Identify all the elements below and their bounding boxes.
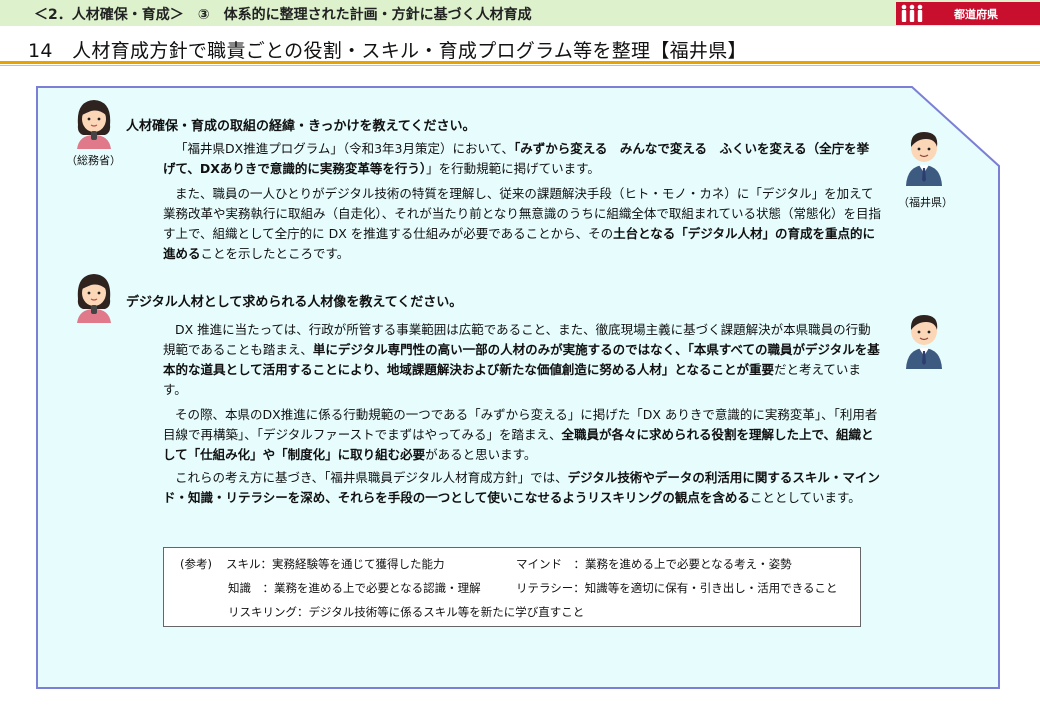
- body-text: こととしています。: [749, 490, 861, 505]
- answer-paragraph: その際、本県のDX推進に係る行動規範の一つである「みずから変える」に掲げた「DX…: [163, 405, 881, 465]
- interviewer-avatar: [77, 100, 111, 149]
- header-band: ＜2．人材確保・育成＞ ③ 体系的に整理された計画・方針に基づく人材育成: [0, 0, 1040, 26]
- answer-paragraph: DX 推進に当たっては、行政が所管する事業範囲は広範であること、また、徹底現場主…: [163, 320, 881, 400]
- respondent-avatar: [906, 132, 942, 186]
- people-icon: [901, 4, 923, 22]
- body-text: 」を行動規範に掲げています。: [426, 161, 600, 176]
- title-underline: [0, 61, 1040, 64]
- definition-knowledge: 知識 ：業務を進める上で必要となる認識・理解: [228, 581, 481, 595]
- body-text: これらの考え方に基づき、「福井県職員デジタル人材育成方針」では、: [175, 470, 568, 485]
- definition-reskilling: リスキリング：デジタル技術等に係るスキル等を新たに学び直すこと: [228, 605, 585, 619]
- answer-paragraph: また、職員の一人ひとりがデジタル技術の特質を理解し、従来の課題解決手段（ヒト・モ…: [163, 184, 881, 264]
- body-text: ことを示したところです。: [200, 246, 350, 261]
- page-title: 14 人材育成方針で職責ごとの役割・スキル・育成プログラム等を整理【福井県】: [28, 40, 747, 62]
- reference-label: (参考): [180, 557, 212, 571]
- question-heading: 人材確保・育成の取組の経緯・きっかけを教えてください。: [126, 119, 476, 134]
- category-tag-label: 都道府県: [954, 8, 998, 21]
- definition-skill: スキル：実務経験等を通じて獲得した能力: [226, 557, 445, 571]
- respondent-avatar: [906, 315, 942, 369]
- answer-paragraph: これらの考え方に基づき、「福井県職員デジタル人材育成方針」では、デジタル技術やデ…: [163, 468, 881, 508]
- interviewer-avatar: [77, 274, 111, 323]
- title-underline-thin: [0, 65, 1040, 66]
- question-heading: デジタル人材として求められる人材像を教えてください。: [126, 295, 463, 310]
- definition-mind: マインド ：業務を進める上で必要となる考え・姿勢: [516, 557, 792, 571]
- body-text: 「福井県DX推進プログラム」（令和3年3月策定）において、: [175, 141, 514, 156]
- ministry-caption: （総務省）: [66, 154, 121, 167]
- reference-box: (参考) スキル：実務経験等を通じて獲得した能力 マインド ：業務を進める上で必…: [163, 547, 861, 627]
- definition-literacy: リテラシー：知識等を適切に保有・引き出し・活用できること: [516, 581, 838, 595]
- answer-paragraph: 「福井県DX推進プログラム」（令和3年3月策定）において、「みずから変える みん…: [163, 139, 881, 179]
- body-text: があると思います。: [425, 447, 537, 462]
- category-tag: 都道府県: [896, 2, 1040, 25]
- prefecture-caption: （福井県）: [898, 196, 953, 209]
- section-breadcrumb: ＜2．人材確保・育成＞ ③ 体系的に整理された計画・方針に基づく人材育成: [34, 7, 532, 23]
